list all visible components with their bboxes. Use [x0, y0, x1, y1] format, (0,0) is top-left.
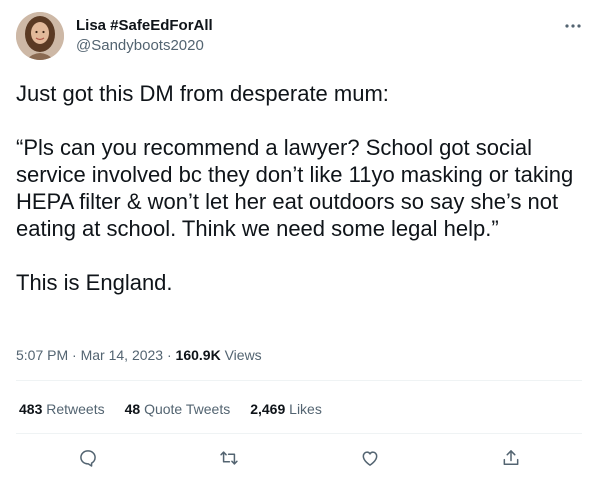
- tweet-line-closing: This is England.: [16, 270, 173, 295]
- meta-separator: ·: [72, 347, 77, 363]
- tweet-meta: 5:07 PM · Mar 14, 2023 · 160.9K Views: [16, 346, 262, 364]
- divider: [16, 433, 582, 434]
- user-handle[interactable]: @Sandyboots2020: [76, 36, 213, 55]
- tweet-line-quote: “Pls can you recommend a lawyer? School …: [16, 135, 574, 241]
- likes-label: Likes: [289, 401, 322, 417]
- retweets-stat[interactable]: 483 Retweets: [19, 400, 105, 418]
- likes-stat[interactable]: 2,469 Likes: [250, 400, 322, 418]
- retweet-icon: [220, 451, 238, 465]
- tweet-card: Lisa #SafeEdForAll @Sandyboots2020 Just …: [0, 0, 598, 481]
- tweet-time[interactable]: 5:07 PM: [16, 347, 68, 363]
- quotes-label: Quote Tweets: [144, 401, 231, 417]
- avatar-image: [16, 12, 64, 60]
- quotes-count: 48: [124, 401, 141, 417]
- likes-count: 2,469: [250, 401, 286, 417]
- retweets-count: 483: [19, 401, 43, 417]
- tweet-date[interactable]: Mar 14, 2023: [81, 347, 164, 363]
- avatar[interactable]: [16, 12, 64, 60]
- views-count: 160.9K: [175, 347, 221, 363]
- retweet-button[interactable]: [217, 446, 241, 470]
- action-bar: [0, 446, 598, 470]
- quotes-stat[interactable]: 48 Quote Tweets: [125, 400, 231, 418]
- reply-icon: [80, 450, 96, 467]
- tweet-line-intro: Just got this DM from desperate mum:: [16, 81, 389, 106]
- engagement-stats: 483 Retweets 48 Quote Tweets 2,469 Likes: [19, 400, 322, 418]
- tweet-text: Just got this DM from desperate mum: “Pl…: [16, 80, 582, 296]
- reply-button[interactable]: [76, 446, 100, 470]
- author-block: Lisa #SafeEdForAll @Sandyboots2020: [76, 16, 213, 55]
- share-icon: [503, 450, 519, 465]
- views-label: Views: [224, 347, 262, 363]
- display-name[interactable]: Lisa #SafeEdForAll: [76, 16, 213, 35]
- more-icon[interactable]: [560, 16, 586, 36]
- heart-icon: [362, 451, 378, 466]
- divider: [16, 380, 582, 381]
- retweets-label: Retweets: [46, 401, 105, 417]
- share-button[interactable]: [499, 446, 523, 470]
- like-button[interactable]: [358, 446, 382, 470]
- meta-separator: ·: [166, 347, 172, 363]
